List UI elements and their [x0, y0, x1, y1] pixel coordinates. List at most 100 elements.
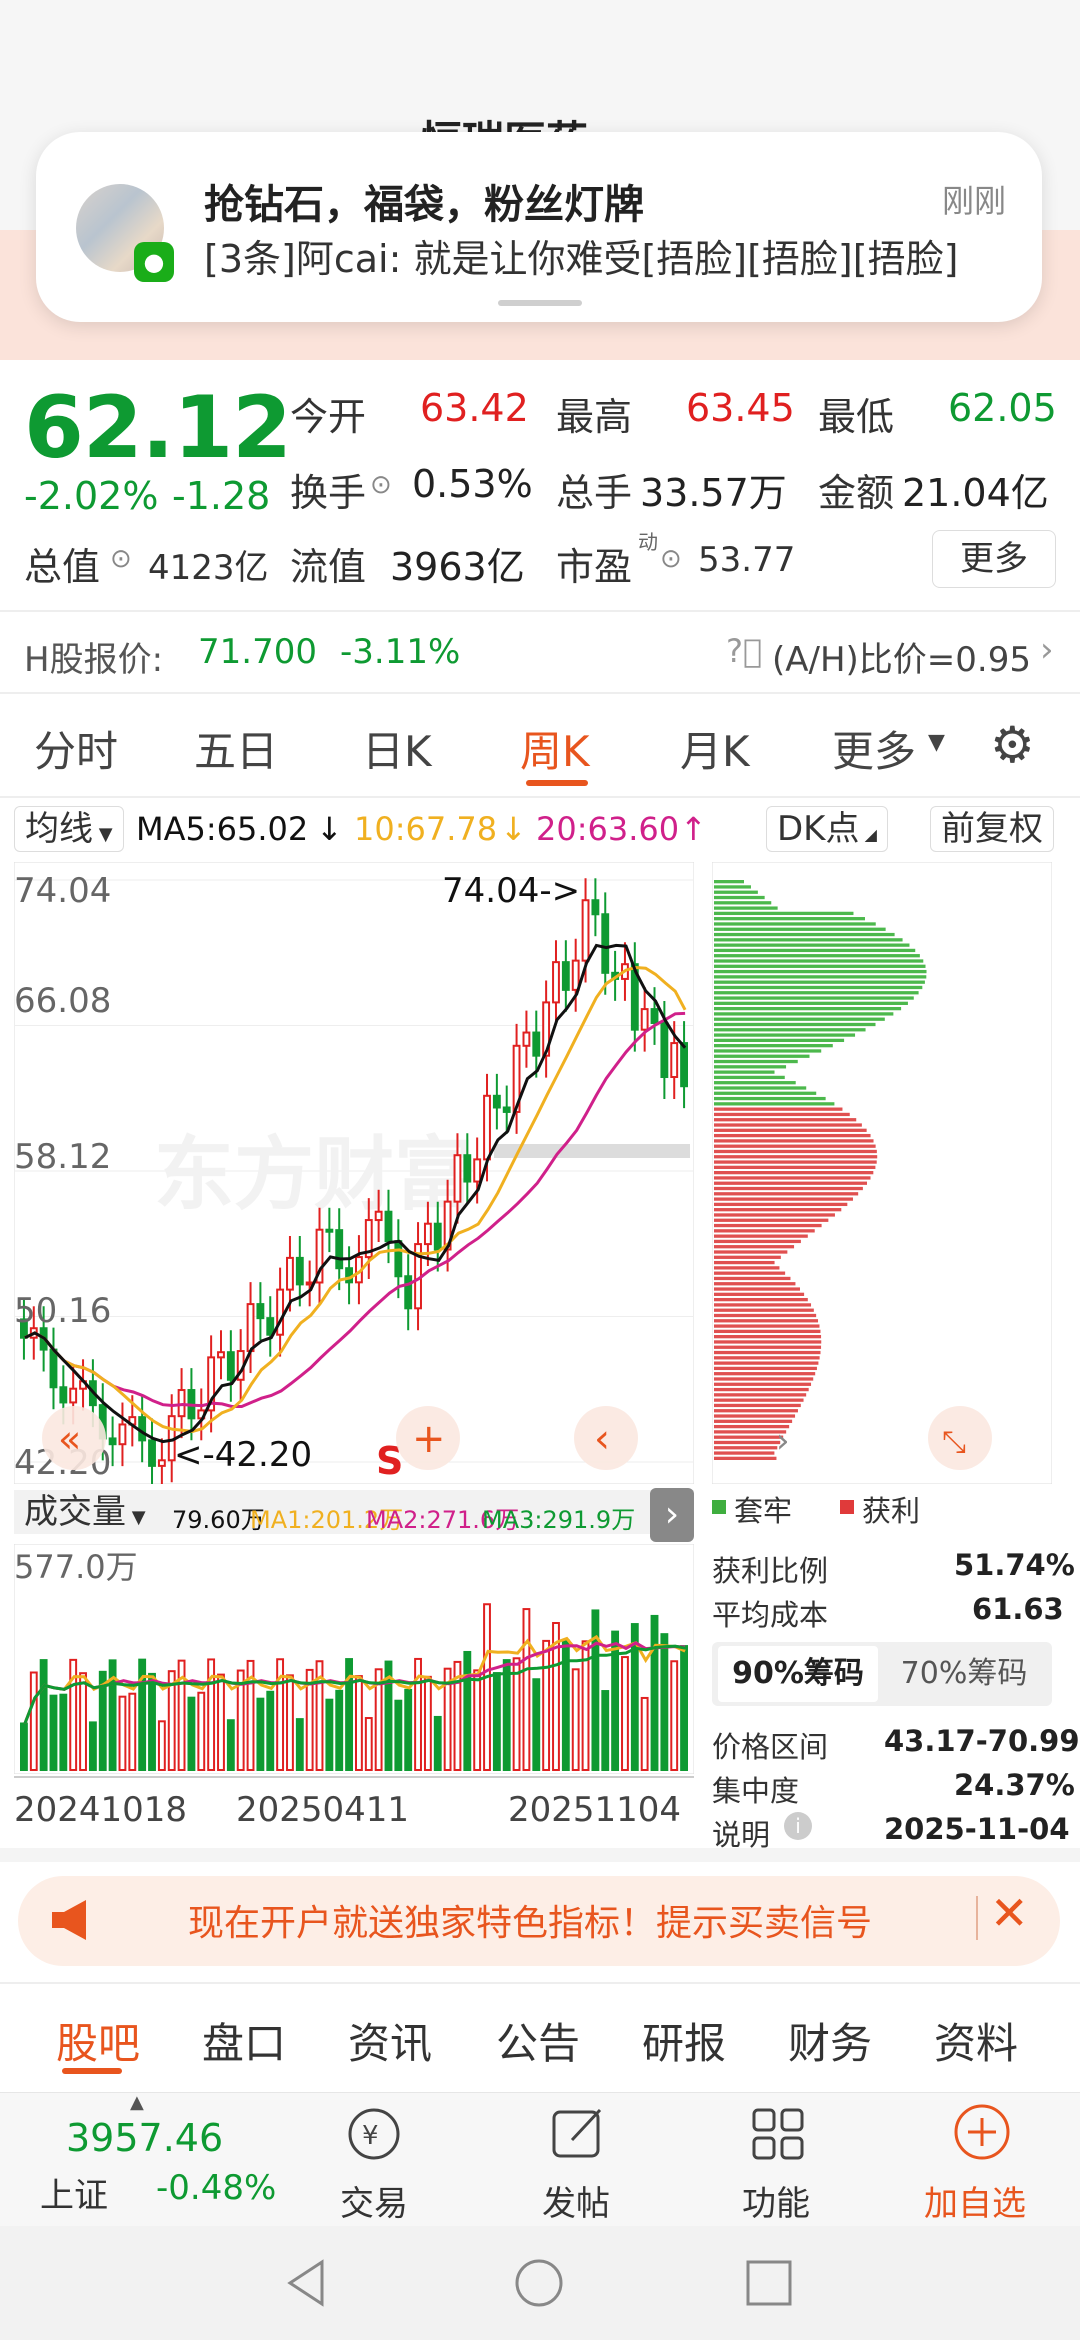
volume-bar	[483, 1603, 491, 1771]
volume-bar	[217, 1673, 225, 1771]
chevron-right-icon: ›	[776, 1421, 790, 1461]
tab-chip-70[interactable]: 70%筹码	[880, 1646, 1048, 1702]
candle	[295, 1256, 304, 1286]
volume-bar	[79, 1672, 87, 1772]
tab-profile[interactable]: 资料	[934, 2010, 1018, 2071]
note-value: 2025-11-04	[884, 1812, 1070, 1846]
max-marker: 74.04->	[442, 871, 580, 911]
nav-trade[interactable]: 交易	[340, 2176, 408, 2225]
volume-bar	[226, 1719, 235, 1771]
chip-bar	[714, 938, 903, 942]
volume-bar	[433, 1715, 442, 1771]
index-value[interactable]: 3957.46	[66, 2116, 223, 2160]
date-start: 20241018	[14, 1790, 188, 1830]
candle	[492, 1094, 501, 1109]
tab-news[interactable]: 资讯	[348, 2010, 432, 2071]
chip-bar	[714, 1377, 814, 1381]
ah-ratio[interactable]: (A/H)比价=0.95	[772, 632, 1031, 681]
chip-bar	[714, 1260, 775, 1265]
notification-handle[interactable]	[498, 300, 582, 306]
nav-functions[interactable]: 功能	[742, 2176, 810, 2225]
tab-finance[interactable]: 财务	[788, 2010, 872, 2071]
info-icon[interactable]: ⊙	[110, 544, 132, 574]
volume-bar	[187, 1696, 196, 1772]
chip-bar	[714, 1176, 871, 1180]
index-change: -0.48%	[156, 2168, 277, 2208]
avg-cost-label: 平均成本	[712, 1598, 829, 1632]
tab-announcements[interactable]: 公告	[496, 2010, 580, 2071]
notification-time: 刚刚	[941, 182, 1006, 220]
volume-bar	[128, 1692, 137, 1771]
home-icon[interactable]	[512, 2256, 566, 2310]
volume-bar	[522, 1608, 531, 1771]
tab-daily[interactable]: 日K	[362, 718, 432, 779]
kline-chart[interactable]: 东方财富 74.04 66.08 58.12 50.16 42.20 74.04…	[14, 862, 694, 1484]
tab-chip-90[interactable]: 90%筹码	[718, 1646, 878, 1702]
chip-bar	[714, 975, 927, 979]
chip-bar	[714, 943, 910, 947]
chip-bar	[714, 880, 744, 884]
volume-selector-label: 成交量	[24, 1492, 126, 1532]
chip-bar	[714, 1382, 812, 1386]
chip-bar	[714, 1239, 801, 1244]
index-name: 上证	[40, 2176, 108, 2216]
volume-selector[interactable]: 成交量 ▼	[14, 1490, 156, 1534]
tab-research[interactable]: 研报	[642, 2010, 726, 2071]
mktcap-label: 总值	[24, 545, 101, 589]
chip-bar	[714, 959, 924, 963]
nav-post[interactable]: 发帖	[542, 2176, 610, 2225]
grid-icon[interactable]	[748, 2104, 808, 2164]
tab-minute[interactable]: 分时	[34, 718, 118, 779]
volume-chart[interactable]: 577.0万	[14, 1544, 694, 1774]
post-icon[interactable]	[548, 2104, 608, 2164]
chip-bar	[714, 1107, 843, 1111]
candle	[148, 1439, 156, 1467]
tab-5day[interactable]: 五日	[194, 718, 278, 779]
close-icon[interactable]: ✕	[990, 1886, 1029, 1940]
chip-bar	[714, 1139, 874, 1143]
wechat-notification[interactable]: ● 抢钻石，福袋，粉丝灯牌 刚刚 [3条]阿cai: 就是让你难受[捂脸][捂脸…	[36, 132, 1042, 322]
chip-bar	[714, 1202, 848, 1207]
ma-selector[interactable]: 均线 ▼	[14, 806, 124, 852]
chip-bar	[714, 1118, 857, 1122]
chip-bar	[714, 890, 758, 894]
adjust-button[interactable]: 前复权	[930, 806, 1054, 852]
chip-bar	[714, 1324, 820, 1328]
pe-superscript: 动	[638, 530, 658, 554]
caret-down-icon: ▼	[928, 730, 945, 755]
recents-icon[interactable]	[744, 2258, 794, 2308]
chip-bar	[714, 1393, 807, 1397]
divider	[0, 1982, 1080, 1984]
help-icon[interactable]: ?⃝	[726, 632, 762, 670]
more-button[interactable]: 更多	[932, 530, 1056, 588]
dk-button[interactable]: DK点 ◢	[766, 806, 888, 852]
volume-bar	[650, 1614, 659, 1771]
info-icon[interactable]: ⊙	[370, 470, 392, 500]
info-icon[interactable]: i	[784, 1812, 812, 1840]
candle	[640, 1008, 649, 1031]
tab-weekly[interactable]: 周K	[520, 718, 590, 779]
add-circle-icon[interactable]	[950, 2100, 1014, 2164]
chip-bar	[714, 1276, 791, 1281]
info-icon[interactable]: ⊙	[660, 544, 682, 574]
volume-bar	[59, 1693, 68, 1772]
back-icon[interactable]	[282, 2256, 332, 2310]
chip-bar	[714, 1054, 810, 1058]
gear-icon[interactable]: ⚙	[990, 716, 1035, 774]
expand-panel-button[interactable]: ›	[650, 1488, 694, 1542]
chip-bar	[714, 980, 925, 984]
chip-distribution[interactable]: › ⤡	[712, 862, 1052, 1484]
profit-swatch	[840, 1500, 854, 1514]
chevron-right-icon[interactable]: ›	[1040, 630, 1054, 670]
pe-label: 市盈	[556, 545, 633, 589]
tab-guba[interactable]: 股吧	[56, 2010, 140, 2071]
tab-monthly[interactable]: 月K	[680, 718, 750, 779]
nav-add-watchlist[interactable]: 加自选	[924, 2176, 1026, 2225]
tab-more[interactable]: 更多	[832, 718, 916, 779]
trade-icon[interactable]: ¥	[344, 2104, 404, 2164]
tab-pankou[interactable]: 盘口	[202, 2010, 286, 2071]
date-mid: 20250411	[236, 1790, 410, 1830]
cost-bar	[494, 1144, 690, 1158]
avg-cost-value: 61.63	[972, 1592, 1064, 1626]
candle	[59, 1386, 68, 1404]
